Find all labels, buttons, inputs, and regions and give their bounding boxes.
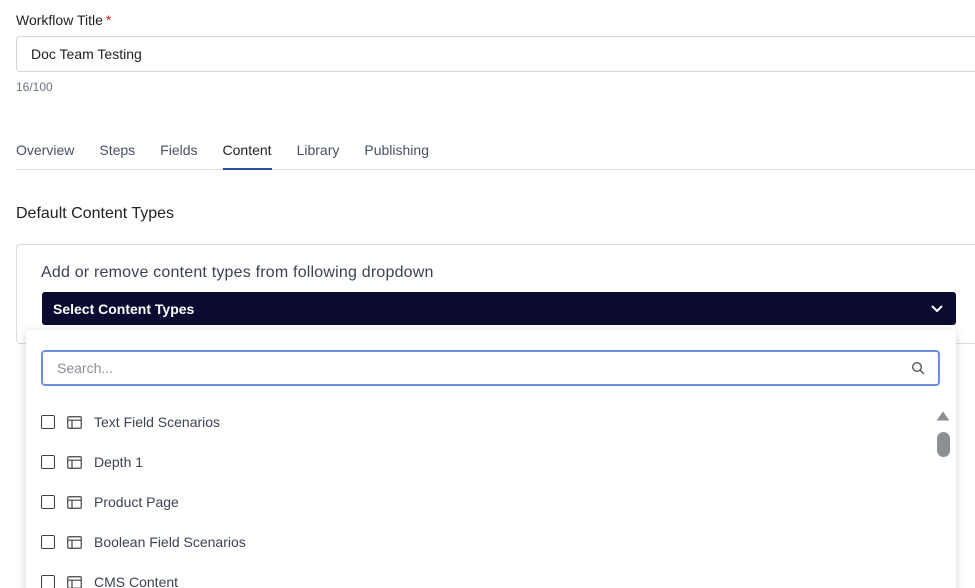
- list-item[interactable]: CMS Content: [41, 562, 921, 588]
- scroll-up-arrow-icon[interactable]: [936, 410, 950, 422]
- item-label: Text Field Scenarios: [94, 414, 221, 430]
- title-char-count: 16/100: [16, 80, 53, 94]
- tab-fields[interactable]: Fields: [160, 142, 197, 169]
- item-checkbox[interactable]: [41, 455, 55, 469]
- workflow-title-label: Workflow Title *: [16, 12, 111, 28]
- content-types-dropdown-menu: Text Field Scenarios Depth 1 Product Pag…: [26, 330, 956, 588]
- item-checkbox[interactable]: [41, 415, 55, 429]
- required-indicator: *: [105, 12, 112, 28]
- content-type-icon: [67, 415, 82, 429]
- chevron-down-icon: [930, 302, 944, 316]
- item-checkbox[interactable]: [41, 575, 55, 588]
- section-title: Default Content Types: [16, 205, 175, 222]
- content-type-icon: [67, 575, 82, 588]
- select-content-types-label: Select Content Types: [53, 300, 195, 317]
- item-checkbox[interactable]: [41, 535, 55, 549]
- item-label: Product Page: [94, 494, 179, 510]
- list-item[interactable]: Depth 1: [41, 442, 921, 482]
- item-label: Boolean Field Scenarios: [94, 534, 246, 550]
- scrollbar-thumb[interactable]: [937, 432, 950, 457]
- search-input[interactable]: [57, 360, 910, 376]
- content-types-hint: Add or remove content types from followi…: [41, 264, 434, 281]
- workflow-title-input[interactable]: [16, 36, 975, 72]
- workflow-settings-page: Workflow Title* 16/100 Overview Steps Fi…: [0, 0, 975, 588]
- tab-overview[interactable]: Overview: [16, 142, 74, 169]
- item-label: Depth 1: [94, 454, 144, 470]
- list-item[interactable]: Text Field Scenarios: [41, 402, 921, 442]
- tab-publishing[interactable]: Publishing: [364, 142, 429, 169]
- workflow-tabs: Overview Steps Fields Content Library Pu…: [16, 142, 975, 170]
- content-type-icon: [67, 535, 82, 549]
- content-type-icon: [67, 455, 82, 469]
- tab-content[interactable]: Content: [222, 142, 272, 170]
- list-item[interactable]: Product Page: [41, 482, 921, 522]
- select-content-types-dropdown[interactable]: Select Content Types: [42, 292, 956, 325]
- item-checkbox[interactable]: [41, 495, 55, 509]
- tab-library[interactable]: Library: [297, 142, 340, 169]
- list-item[interactable]: Boolean Field Scenarios: [41, 522, 921, 562]
- content-type-icon: [67, 495, 82, 509]
- tab-steps[interactable]: Steps: [99, 142, 135, 169]
- item-label: CMS Content: [94, 574, 179, 588]
- search-box: [41, 350, 940, 386]
- search-icon[interactable]: [910, 360, 926, 376]
- workflow-title-label-text: Workflow Title: [16, 12, 103, 28]
- content-types-list: Text Field Scenarios Depth 1 Product Pag…: [41, 402, 921, 588]
